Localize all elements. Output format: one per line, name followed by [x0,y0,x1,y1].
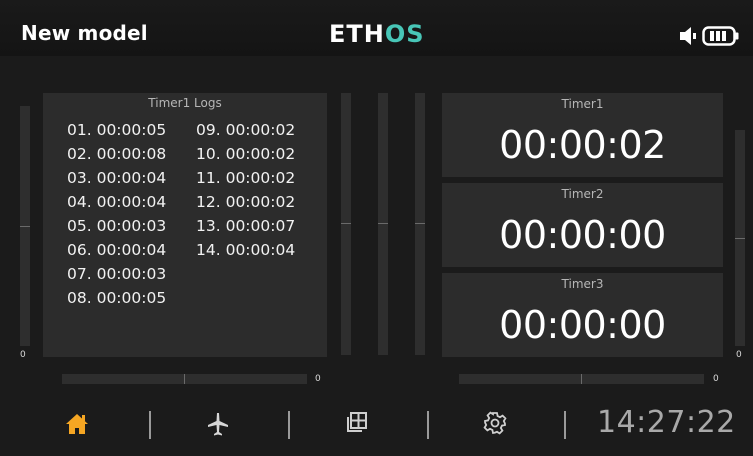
log-entry: 10. 00:00:02 [196,145,296,163]
log-entry: 03. 00:00:04 [67,169,167,187]
timer2-value: 00:00:00 [499,213,666,257]
middle-slider-2[interactable] [378,93,388,355]
middle-slider-1[interactable] [341,93,351,355]
logs-title: Timer1 Logs [148,96,222,110]
right-horizontal-slider[interactable] [459,374,704,384]
airplane-icon[interactable] [205,411,231,437]
log-entry: 02. 00:00:08 [67,145,167,163]
home-icon[interactable] [64,411,90,437]
speaker-icon[interactable] [679,25,697,47]
model-name[interactable]: New model [21,21,148,45]
log-entry: 04. 00:00:04 [67,193,167,211]
log-entry: 07. 00:00:03 [67,265,167,283]
left-horizontal-slider-value: 0 [315,374,321,384]
left-horizontal-slider[interactable] [62,374,307,384]
nav-divider [564,411,566,439]
left-vertical-slider-value: 0 [20,350,26,360]
log-entry: 12. 00:00:02 [196,193,296,211]
left-vertical-slider[interactable] [20,106,30,346]
timer-logs-panel: Timer1 Logs 01. 00:00:05 02. 00:00:08 03. … [43,93,327,357]
top-bar: New model ETHOS [0,0,753,56]
log-entry: 05. 00:00:03 [67,217,167,235]
logs-column-2: 09. 00:00:02 10. 00:00:02 11. 00:00:02 12. … [196,118,295,262]
log-entry: 11. 00:00:02 [196,169,296,187]
nav-divider [427,411,429,439]
right-vertical-slider[interactable] [735,130,745,346]
ethos-logo: ETHOS [329,20,425,48]
middle-slider-3[interactable] [415,93,425,355]
status-icons [679,25,741,47]
logo-text-os: OS [384,20,425,48]
timer2-panel[interactable]: Timer2 00:00:00 [442,183,723,267]
log-entry: 08. 00:00:05 [67,289,167,307]
log-entry: 09. 00:00:02 [196,121,296,139]
bottom-nav: 14:27:22 [0,392,753,456]
logs-column-1: 01. 00:00:05 02. 00:00:08 03. 00:00:04 04. … [67,118,166,310]
timer3-panel[interactable]: Timer3 00:00:00 [442,273,723,357]
nav-divider [288,411,290,439]
gear-icon[interactable] [483,411,507,435]
timer2-label: Timer2 [561,187,604,201]
clock: 14:27:22 [597,405,736,440]
log-entry: 14. 00:00:04 [196,241,296,259]
log-entry: 01. 00:00:05 [67,121,167,139]
logo-text-eth: ETH [329,20,385,48]
timer1-panel[interactable]: Timer1 00:00:02 [442,93,723,177]
right-horizontal-slider-value: 0 [713,374,719,384]
grid-icon[interactable] [346,411,368,433]
log-entry: 06. 00:00:04 [67,241,167,259]
log-entry: 13. 00:00:07 [196,217,296,235]
nav-divider [149,411,151,439]
timer3-label: Timer3 [561,277,604,291]
right-vertical-slider-value: 0 [736,350,742,360]
timer1-value: 00:00:02 [499,123,666,167]
timer1-label: Timer1 [561,97,604,111]
battery-icon [702,26,739,46]
timer3-value: 00:00:00 [499,303,666,347]
